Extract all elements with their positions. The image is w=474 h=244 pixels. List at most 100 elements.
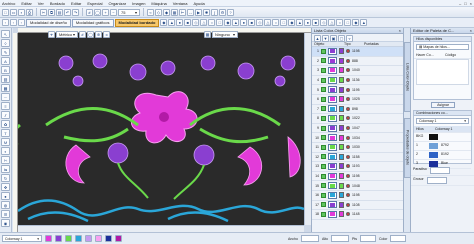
tool-icon[interactable]: △: [264, 19, 272, 26]
tool-icon[interactable]: ■: [248, 19, 256, 26]
color-swatch-icon[interactable]: [95, 235, 102, 242]
visibility-checkbox[interactable]: [321, 173, 326, 179]
color-icon[interactable]: ●: [1, 192, 10, 200]
color-swatch[interactable]: [339, 115, 344, 122]
color-swatch[interactable]: [339, 86, 344, 93]
visibility-checkbox[interactable]: [321, 202, 326, 208]
maximize-icon[interactable]: □: [464, 1, 466, 6]
color-wheel-icon[interactable]: ✺: [203, 8, 210, 16]
tool-icon[interactable]: ●: [176, 19, 184, 26]
visibility-checkbox[interactable]: [321, 67, 326, 73]
color-swatch[interactable]: [339, 153, 344, 160]
visibility-checkbox[interactable]: [321, 48, 326, 54]
tool-icon[interactable]: □: [280, 19, 288, 26]
color-object-row[interactable]: 16 1198: [312, 191, 403, 201]
menu-item[interactable]: Editar: [21, 1, 31, 6]
colorway-dropdown[interactable]: Colorway 1 ▾: [416, 118, 469, 124]
mirror-icon[interactable]: ⇋: [1, 165, 10, 173]
width-field[interactable]: [300, 235, 319, 242]
color-swatch[interactable]: [339, 125, 344, 132]
mode-button[interactable]: Modalidad gráficos: [71, 18, 114, 27]
color-swatch[interactable]: [339, 201, 344, 208]
color-swatch[interactable]: [339, 134, 344, 141]
monogram-icon[interactable]: M: [1, 138, 10, 146]
column-header[interactable]: Objeto: [312, 42, 342, 46]
tool-icon[interactable]: ◆: [224, 19, 232, 26]
paradiso-dropdown[interactable]: [429, 167, 450, 174]
color-object-row[interactable]: 10 1034: [312, 133, 403, 143]
tool-icon[interactable]: ▲: [232, 19, 240, 26]
undo-icon[interactable]: ↶: [64, 8, 71, 16]
save-icon[interactable]: ▪: [18, 8, 25, 16]
copy-icon[interactable]: ⧉: [48, 8, 55, 16]
grid-toggle-icon[interactable]: #: [79, 31, 86, 38]
trim-icon[interactable]: ✄: [1, 156, 10, 164]
color-swatch[interactable]: [339, 192, 344, 199]
move-up-icon[interactable]: ▲: [314, 35, 321, 42]
color-object-row[interactable]: 14 1198: [312, 172, 403, 182]
tool-icon[interactable]: △: [328, 19, 336, 26]
tool-icon[interactable]: △: [200, 19, 208, 26]
visibility-checkbox[interactable]: [321, 211, 326, 217]
hilo-row[interactable]: 1 8792: [414, 142, 471, 151]
color-object-row[interactable]: 7 898: [312, 105, 403, 115]
run-icon[interactable]: ⋯: [1, 93, 10, 101]
color-swatch-icon[interactable]: [115, 235, 122, 242]
layers-icon[interactable]: ☰: [1, 210, 10, 218]
tool-icon[interactable]: ○: [336, 19, 344, 26]
menu-item[interactable]: Editar: [71, 1, 81, 6]
close-icon[interactable]: ×: [470, 28, 472, 33]
print-icon[interactable]: ⎙: [26, 8, 33, 16]
background-icon[interactable]: ▦: [171, 8, 178, 16]
visibility-checkbox[interactable]: [321, 77, 326, 83]
zoom-dropdown[interactable]: 75 ▾: [118, 8, 140, 16]
tool-icon[interactable]: ◇: [192, 19, 200, 26]
satin-icon[interactable]: ⫽: [1, 111, 10, 119]
menu-item[interactable]: Ver: [38, 1, 44, 6]
column-a-icon[interactable]: A: [1, 57, 10, 65]
color-object-row[interactable]: 13 1193: [312, 162, 403, 172]
units-dropdown[interactable]: Métrico ▾: [56, 31, 78, 38]
eye-icon[interactable]: ◉: [1, 219, 10, 227]
visibility-checkbox[interactable]: [321, 125, 326, 131]
tool-icon[interactable]: ◆: [352, 19, 360, 26]
tool-icon[interactable]: ▲: [168, 19, 176, 26]
color-swatch[interactable]: [339, 105, 344, 112]
color-object-row[interactable]: 2 888: [312, 57, 403, 67]
menu-item[interactable]: Ventana: [173, 1, 188, 6]
tool-icon[interactable]: □: [216, 19, 224, 26]
tool-icon[interactable]: □: [344, 19, 352, 26]
motif-icon[interactable]: ✿: [1, 120, 10, 128]
color-count-field[interactable]: [390, 235, 407, 242]
color-swatch[interactable]: [339, 211, 344, 218]
color-object-row[interactable]: 17 1108: [312, 201, 403, 211]
tool-icon[interactable]: ▲: [296, 19, 304, 26]
digitize-icon[interactable]: ✎: [1, 48, 10, 56]
tool-icon[interactable]: ■: [312, 19, 320, 26]
visibility-checkbox[interactable]: [321, 87, 326, 93]
menu-item[interactable]: Archivo: [2, 1, 15, 6]
hoop-icon[interactable]: ◯: [94, 8, 101, 16]
colorway-status-dropdown[interactable]: Colorway 1 ▾: [2, 235, 42, 242]
color-swatch[interactable]: [339, 96, 344, 103]
ruler-icon[interactable]: ⊢: [179, 8, 186, 16]
color-swatch[interactable]: [339, 144, 344, 151]
fabric-icon[interactable]: ▦: [204, 31, 211, 38]
snap-icon[interactable]: ⌖: [48, 31, 55, 38]
color-swatch[interactable]: [339, 48, 344, 55]
measure-icon[interactable]: ↔: [187, 8, 194, 16]
menu-item[interactable]: Máquina: [151, 1, 166, 6]
color-swatch[interactable]: [339, 57, 344, 64]
column-b-icon[interactable]: B: [1, 66, 10, 74]
menu-item[interactable]: Imagen: [132, 1, 145, 6]
color-swatch[interactable]: [339, 163, 344, 170]
move-down-icon[interactable]: ▼: [322, 35, 329, 42]
open-design-icon[interactable]: ▫: [10, 19, 17, 26]
zoom-in-icon[interactable]: +: [102, 8, 109, 16]
thread-icon[interactable]: ʃ: [211, 8, 218, 16]
color-swatch[interactable]: [339, 173, 344, 180]
color-object-row[interactable]: 15 1048: [312, 181, 403, 191]
thread-chart-selector[interactable]: ▤ Mapas de hilos...: [416, 44, 469, 50]
color-object-row[interactable]: 11 1030: [312, 143, 403, 153]
visibility-checkbox[interactable]: [321, 163, 326, 169]
